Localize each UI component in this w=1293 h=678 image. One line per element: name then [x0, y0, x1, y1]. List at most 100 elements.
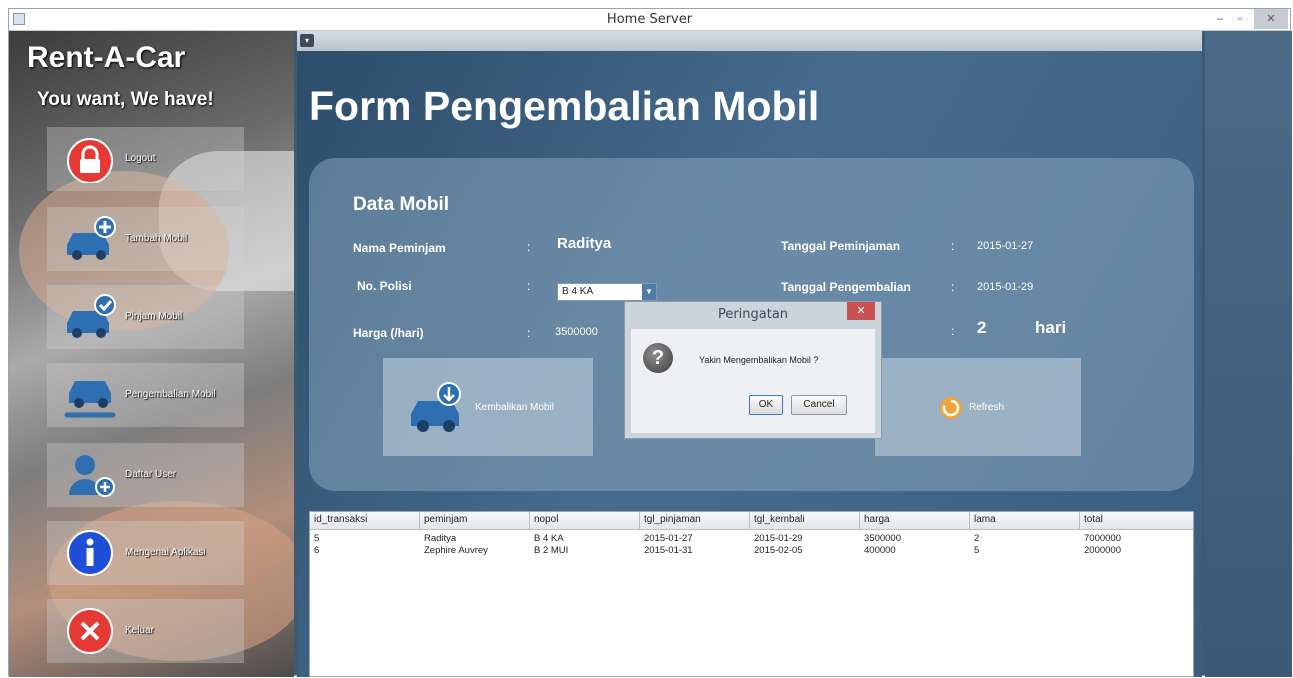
- harga-value: 3500000: [555, 326, 598, 338]
- column-divider[interactable]: [859, 512, 860, 530]
- frame-menu-button[interactable]: ▾: [300, 34, 314, 47]
- table-cell: B 4 KA: [534, 533, 564, 544]
- confirm-dialog: Peringatan ✕ ? Yakin Mengembalikan Mobil…: [624, 301, 882, 439]
- tanggal-pengembalian-value: 2015-01-29: [977, 281, 1034, 293]
- colon: :: [951, 280, 955, 294]
- info-icon: [67, 530, 113, 576]
- sidebar-item-label: Logout: [125, 153, 156, 164]
- sidebar-item-label: Mengenai Aplikasi: [125, 547, 206, 558]
- column-header[interactable]: harga: [864, 514, 890, 525]
- lama-value: 2: [977, 318, 987, 337]
- table-cell: 2000000: [1084, 545, 1121, 556]
- dialog-title: Peringatan: [717, 307, 789, 322]
- table-cell: B 2 MUI: [534, 545, 569, 556]
- column-divider[interactable]: [1079, 512, 1080, 530]
- table-cell: 2015-02-05: [754, 545, 803, 556]
- sidebar-item-daftar-user[interactable]: Daftar User: [47, 443, 244, 507]
- section-title: Data Mobil: [353, 194, 450, 215]
- sidebar-item-mengenai-aplikasi[interactable]: Mengenai Aplikasi: [47, 521, 244, 585]
- desktop-background: [1205, 31, 1292, 677]
- table-cell: 2: [974, 533, 980, 544]
- column-divider[interactable]: [749, 512, 750, 530]
- colon: :: [527, 279, 531, 293]
- sidebar-item-label: Keluar: [125, 625, 154, 636]
- no-polisi-select[interactable]: B 4 KA ▼: [557, 283, 657, 301]
- table-cell: 7000000: [1084, 533, 1121, 544]
- column-header[interactable]: id_transaksi: [314, 514, 367, 525]
- window-title: Home Server: [606, 12, 693, 27]
- tanggal-peminjaman-label: Tanggal Peminjaman: [781, 239, 901, 253]
- table-cell: 5: [314, 533, 320, 544]
- sidebar-item-pinjam-mobil[interactable]: Pinjam Mobil: [47, 285, 244, 349]
- sidebar-item-pengembalian-mobil[interactable]: Pengembalian Mobil: [47, 363, 244, 427]
- colon: :: [527, 240, 531, 254]
- refresh-label: Refresh: [969, 402, 1005, 413]
- title-bar: Home Server – ▫ ✕: [9, 9, 1290, 31]
- car-wrench-icon: [64, 381, 116, 418]
- dialog-message: Yakin Mengembalikan Mobil ?: [699, 355, 819, 365]
- column-header[interactable]: nopol: [534, 514, 558, 525]
- dialog-body: ? Yakin Mengembalikan Mobil ? OK Cancel: [631, 329, 875, 433]
- dialog-close-button[interactable]: ✕: [847, 302, 875, 320]
- table-cell: 2015-01-31: [644, 545, 693, 556]
- tanggal-pengembalian-label: Tanggal Pengembalian: [781, 280, 911, 294]
- sidebar-item-keluar[interactable]: Keluar: [47, 599, 244, 663]
- column-header[interactable]: peminjam: [424, 514, 467, 525]
- colon: :: [527, 326, 531, 340]
- car-check-icon: [67, 294, 116, 338]
- sidebar-item-logout[interactable]: Logout: [47, 127, 244, 191]
- column-divider[interactable]: [529, 512, 530, 530]
- table-row[interactable]: 5 Raditya B 4 KA 2015-01-27 2015-01-29 3…: [310, 533, 1193, 544]
- column-divider[interactable]: [419, 512, 420, 530]
- table-cell: 5: [974, 545, 980, 556]
- refresh-icon: [940, 397, 962, 419]
- brand-title: Rent-A-Car: [27, 41, 186, 74]
- app-window: Home Server – ▫ ✕ Rent-A-Car You want, W…: [8, 8, 1292, 677]
- harga-label: Harga (/hari): [353, 326, 424, 340]
- sidebar-item-label: Tambah Mobil: [125, 233, 188, 244]
- ok-button[interactable]: OK: [749, 395, 783, 415]
- nama-peminjam-value: Raditya: [557, 235, 612, 252]
- refresh-button[interactable]: Refresh: [875, 358, 1081, 456]
- brand-slogan: You want, We have!: [37, 89, 214, 110]
- close-icon: [67, 608, 113, 654]
- lama-unit: hari: [1035, 318, 1067, 337]
- table-cell: Raditya: [424, 533, 457, 544]
- column-header[interactable]: tgl_pinjaman: [644, 514, 701, 525]
- table-cell: 6: [314, 545, 320, 556]
- transaksi-table[interactable]: id_transaksi peminjam nopol tgl_pinjaman…: [309, 511, 1194, 677]
- column-divider[interactable]: [639, 512, 640, 530]
- minimize-button[interactable]: –: [1210, 9, 1230, 29]
- kembalikan-mobil-label: Kembalikan Mobil: [475, 402, 554, 413]
- column-header[interactable]: tgl_kembali: [754, 514, 805, 525]
- cancel-button[interactable]: Cancel: [791, 395, 847, 415]
- chevron-down-icon[interactable]: ▼: [642, 284, 656, 300]
- sidebar-item-label: Daftar User: [125, 469, 177, 480]
- car-return-icon: [411, 382, 461, 432]
- page-title: Form Pengembalian Mobil: [309, 83, 820, 129]
- table-cell: 2015-01-29: [754, 533, 803, 544]
- no-polisi-selected: B 4 KA: [562, 286, 594, 297]
- colon: :: [951, 324, 955, 338]
- column-header[interactable]: lama: [974, 514, 996, 525]
- sidebar: Rent-A-Car You want, We have! Logout Tam…: [9, 31, 294, 677]
- tanggal-peminjaman-value: 2015-01-27: [977, 240, 1034, 252]
- lock-icon: [67, 138, 113, 183]
- column-header[interactable]: total: [1084, 514, 1103, 525]
- table-cell: 2015-01-27: [644, 533, 693, 544]
- table-cell: 400000: [864, 545, 896, 556]
- main-content: ▾ Form Pengembalian Mobil Data Mobil Nam…: [297, 31, 1202, 677]
- kembalikan-mobil-button[interactable]: Kembalikan Mobil: [383, 358, 593, 456]
- user-add-icon: [69, 455, 115, 497]
- sidebar-item-tambah-mobil[interactable]: Tambah Mobil: [47, 207, 244, 271]
- table-row[interactable]: 6 Zephire Auvrey B 2 MUI 2015-01-31 2015…: [310, 545, 1193, 556]
- table-cell: 3500000: [864, 533, 901, 544]
- table-header: id_transaksi peminjam nopol tgl_pinjaman…: [310, 512, 1193, 530]
- sidebar-item-label: Pinjam Mobil: [125, 311, 183, 322]
- car-add-icon: [67, 216, 116, 260]
- table-cell: Zephire Auvrey: [424, 545, 488, 556]
- colon: :: [951, 239, 955, 253]
- close-window-button[interactable]: ✕: [1254, 9, 1288, 29]
- maximize-button[interactable]: ▫: [1230, 9, 1250, 29]
- column-divider[interactable]: [969, 512, 970, 530]
